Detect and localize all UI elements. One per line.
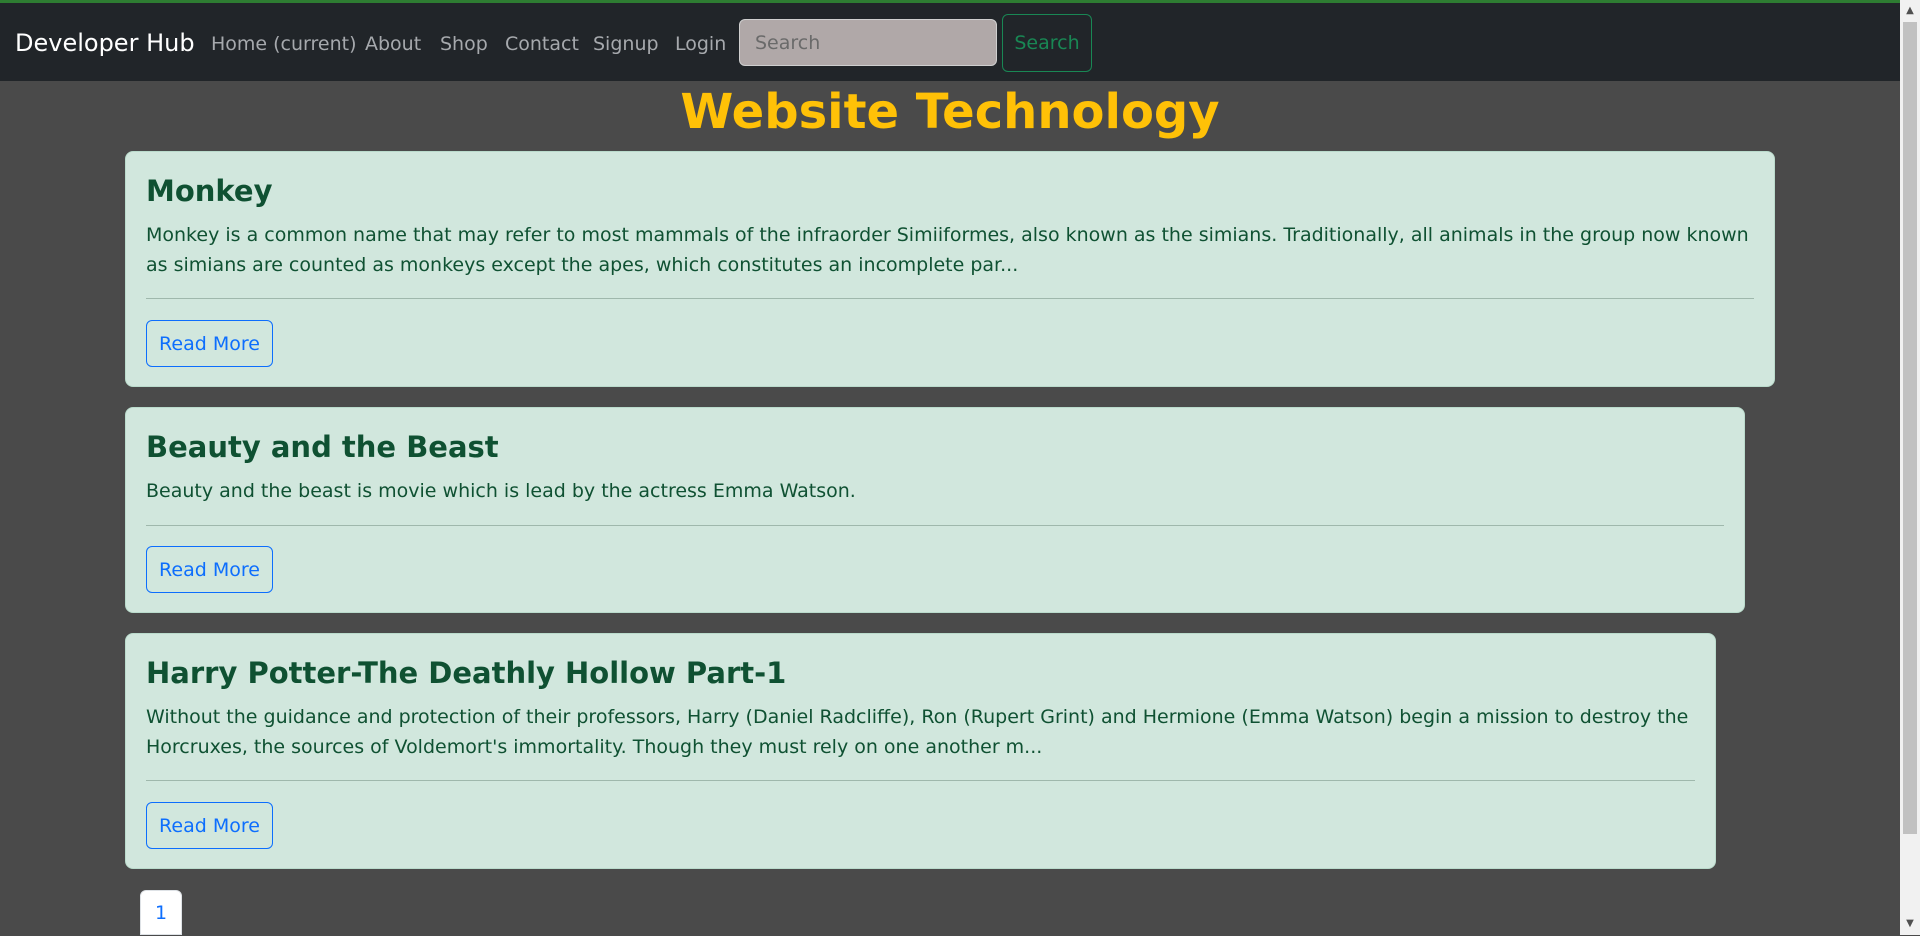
pagination-page-1[interactable]: 1	[140, 890, 182, 935]
read-more-button[interactable]: Read More	[146, 320, 273, 367]
scroll-up-icon[interactable]: ▲	[1900, 2, 1920, 20]
nav-login[interactable]: Login	[675, 33, 726, 55]
card-title: Harry Potter-The Deathly Hollow Part-1	[146, 656, 787, 690]
card-divider	[146, 780, 1695, 781]
card-divider	[146, 525, 1724, 526]
search-input[interactable]	[739, 19, 997, 66]
card-harry-potter: Harry Potter-The Deathly Hollow Part-1 W…	[125, 633, 1716, 869]
card-title: Beauty and the Beast	[146, 430, 499, 464]
read-more-button[interactable]: Read More	[146, 802, 273, 849]
card-divider	[146, 298, 1754, 299]
nav-contact[interactable]: Contact	[505, 33, 579, 55]
nav-signup[interactable]: Signup	[593, 33, 659, 55]
card-text: Without the guidance and protection of t…	[146, 706, 1689, 758]
nav-shop[interactable]: Shop	[440, 33, 488, 55]
scroll-down-icon[interactable]: ▼	[1900, 915, 1920, 933]
read-more-button[interactable]: Read More	[146, 546, 273, 593]
nav-about[interactable]: About	[365, 33, 421, 55]
card-text: Monkey is a common name that may refer t…	[146, 224, 1749, 276]
card-monkey: Monkey Monkey is a common name that may …	[125, 151, 1775, 387]
page-title: Website Technology	[680, 84, 1220, 140]
card-text: Beauty and the beast is movie which is l…	[146, 480, 856, 502]
search-button[interactable]: Search	[1002, 14, 1092, 72]
scrollbar-thumb[interactable]	[1903, 22, 1917, 834]
card-beauty-beast: Beauty and the Beast Beauty and the beas…	[125, 407, 1745, 613]
nav-home[interactable]: Home (current)	[211, 33, 357, 55]
navbar: Developer Hub Home (current) About Shop …	[0, 3, 1900, 81]
card-title: Monkey	[146, 174, 273, 208]
brand-link[interactable]: Developer Hub	[15, 29, 195, 57]
